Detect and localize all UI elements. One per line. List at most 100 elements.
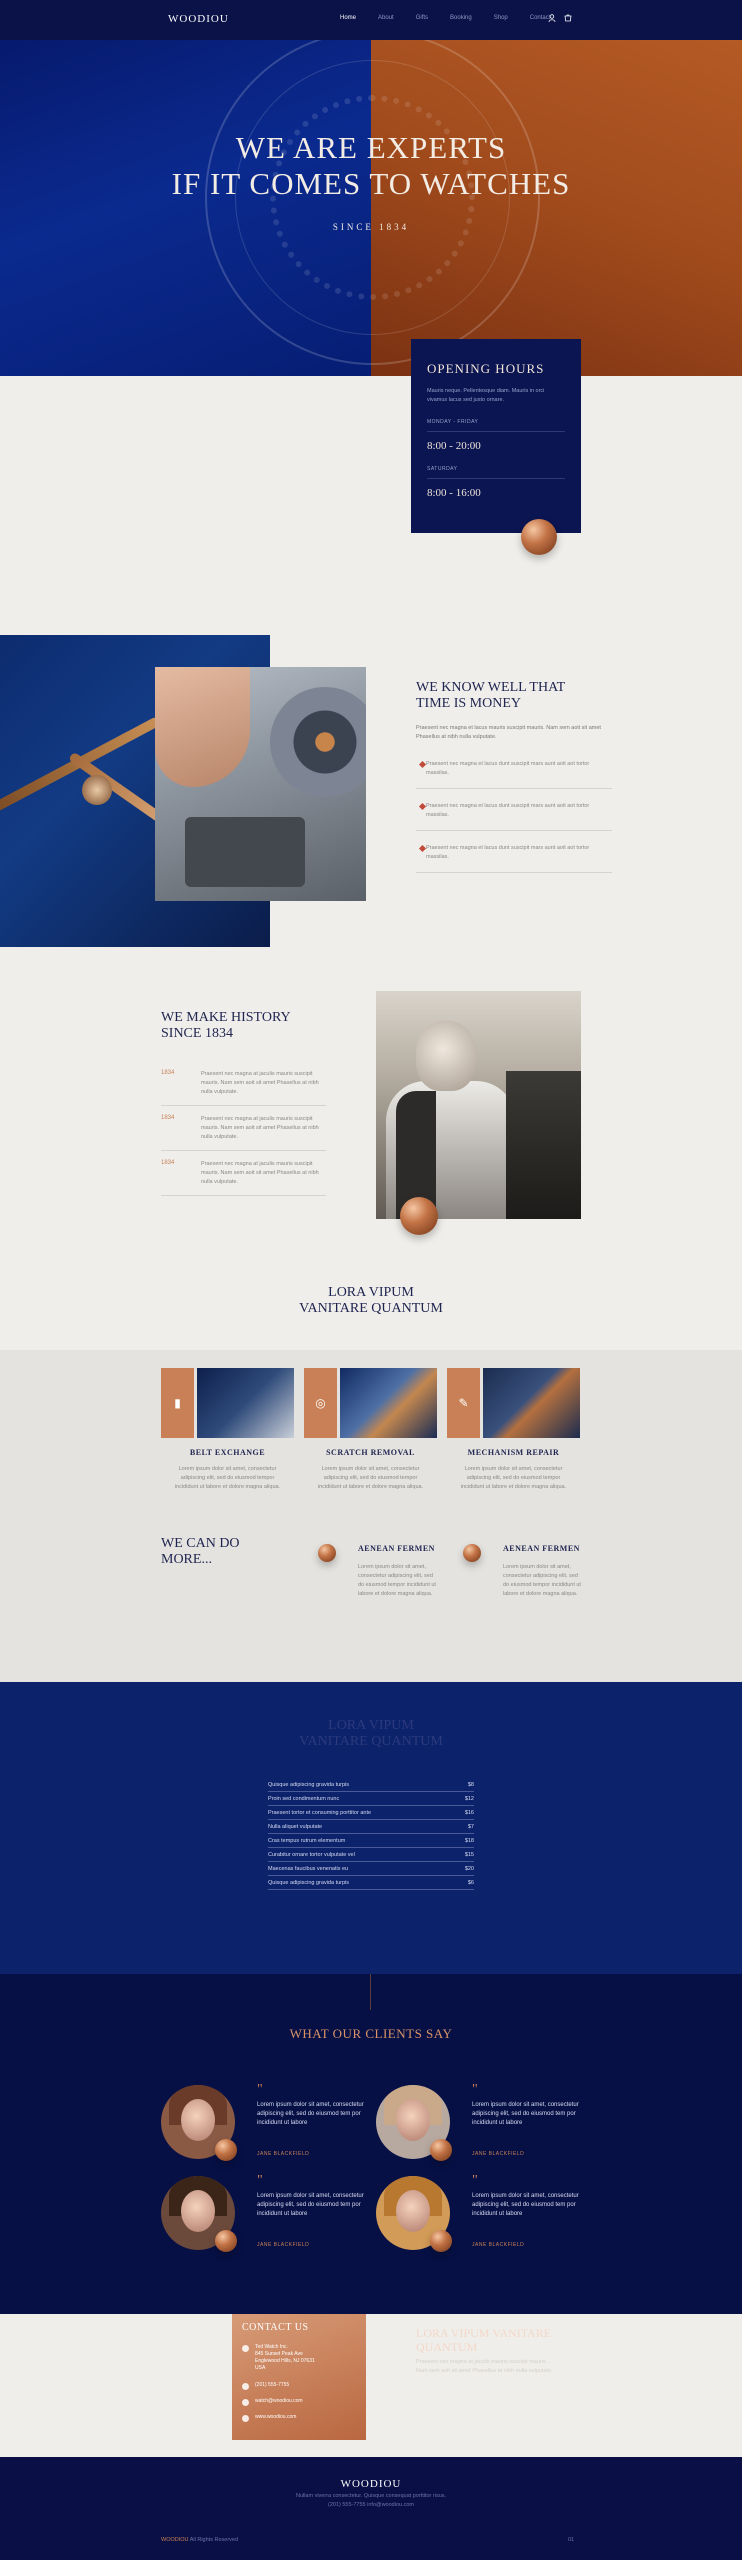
polishing-disc bbox=[270, 687, 366, 797]
avatar-face bbox=[396, 2099, 430, 2141]
price-table: Quisque adipiscing gravida turpis $8 Proi… bbox=[268, 1778, 474, 1890]
price-item: Curabitur ornare tortor vulputate vel bbox=[268, 1851, 355, 1858]
footer-logo[interactable]: WOODIOU bbox=[0, 2478, 742, 2490]
service-card[interactable]: ▮ BELT EXCHANGE Lorem ipsum dolor sit am… bbox=[161, 1368, 294, 1492]
nav-gifts[interactable]: Gifts bbox=[416, 15, 428, 21]
service-text: Lorem ipsum dolor sit amet, consectetur … bbox=[317, 1466, 424, 1490]
divider bbox=[427, 431, 565, 432]
contact-address: Ted Watch Inc. 845 Sunset Peak Ave Engle… bbox=[242, 2344, 315, 2372]
belt-photo bbox=[197, 1368, 294, 1438]
tool-base bbox=[185, 817, 305, 887]
contact-section bbox=[0, 2314, 742, 2457]
price-value: $15 bbox=[464, 1851, 474, 1858]
hero-title-line-1: WE ARE EXPERTS bbox=[235, 130, 507, 165]
location-icon bbox=[242, 2345, 249, 2352]
price-value: $16 bbox=[464, 1809, 474, 1816]
opening-hours-card: OPENING HOURS Mauris neque. Pellentesque… bbox=[411, 339, 581, 533]
price-row: Praesent tortor et consuming porttitor a… bbox=[268, 1806, 474, 1820]
old-watchmaker-photo bbox=[376, 991, 581, 1219]
history-year: 1834 bbox=[161, 1160, 175, 1166]
contact-web[interactable]: www.woodiou.com bbox=[242, 2414, 296, 2422]
contact-title: CONTACT US bbox=[242, 2322, 309, 2333]
copper-orb-badge bbox=[430, 2230, 452, 2252]
list-item: Praesent nec magna et lacus dunt suscipi… bbox=[416, 844, 612, 873]
feature-item: AENEAN FERMEN Lorem ipsum dolor sit amet… bbox=[463, 1544, 583, 1599]
price-item: Nulla aliquet vulputate bbox=[268, 1823, 323, 1830]
cart-icon[interactable] bbox=[564, 14, 572, 22]
service-card[interactable]: ◎ SCRATCH REMOVAL Lorem ipsum dolor sit … bbox=[304, 1368, 437, 1492]
client-name: JANE BLACKFIELD bbox=[472, 2242, 525, 2248]
quote-icon: " bbox=[472, 2082, 478, 2097]
site-logo[interactable]: WOODIOU bbox=[168, 13, 229, 25]
saturday-hours: 8:00 - 16:00 bbox=[427, 487, 481, 499]
list-item-text: Praesent nec magna et lacus dunt suscipi… bbox=[426, 761, 590, 776]
copper-orb-decoration bbox=[521, 519, 557, 555]
tools-icon: ✎ bbox=[447, 1368, 480, 1438]
price-value: $12 bbox=[464, 1795, 474, 1802]
nav-shop[interactable]: Shop bbox=[494, 15, 508, 21]
main-nav: Home About Gifts Booking Shop Contact bbox=[340, 15, 550, 21]
copper-orb-badge bbox=[215, 2230, 237, 2252]
price-item: Proin sed condimentum nunc bbox=[268, 1795, 340, 1802]
copper-orb-decoration bbox=[400, 1197, 438, 1235]
belt-icon: ▮ bbox=[161, 1368, 194, 1438]
price-title-line-1: LORA VIPUM bbox=[328, 1718, 414, 1733]
copper-orb-icon bbox=[463, 1544, 481, 1562]
nav-about[interactable]: About bbox=[378, 15, 394, 21]
section-title-history: WE MAKE HISTORY SINCE 1834 bbox=[161, 1010, 291, 1041]
feature-title: AENEAN FERMEN bbox=[358, 1544, 435, 1553]
machine bbox=[506, 1071, 581, 1219]
price-value: $20 bbox=[464, 1865, 474, 1872]
testimonials-section bbox=[0, 1974, 742, 2314]
service-text: Lorem ipsum dolor sit amet, consectetur … bbox=[460, 1466, 567, 1490]
phone-icon bbox=[242, 2383, 249, 2390]
service-image: ✎ bbox=[447, 1368, 580, 1438]
avatar-face bbox=[181, 2099, 215, 2141]
section-title-more: WE CAN DO MORE... bbox=[161, 1536, 240, 1567]
watch-icon: ◎ bbox=[304, 1368, 337, 1438]
list-item: Praesent nec magna et lacus dunt suscipi… bbox=[416, 760, 612, 789]
saturday-label: SATURDAY bbox=[427, 466, 458, 472]
service-image: ◎ bbox=[304, 1368, 437, 1438]
copyright-text: All Rights Reserved bbox=[188, 2537, 239, 2543]
service-card[interactable]: ✎ MECHANISM REPAIR Lorem ipsum dolor sit… bbox=[447, 1368, 580, 1492]
contact-email[interactable]: watch@woodiou.com bbox=[242, 2398, 303, 2406]
client-name: JANE BLACKFIELD bbox=[257, 2151, 310, 2157]
quote-icon: " bbox=[472, 2173, 478, 2188]
nav-home[interactable]: Home bbox=[340, 15, 356, 21]
email-text: watch@woodiou.com bbox=[255, 2398, 303, 2404]
price-row: Nulla aliquet vulputate $7 bbox=[268, 1820, 474, 1834]
copper-orb-icon bbox=[318, 1544, 336, 1562]
contact-phone[interactable]: (201) 555-7755 bbox=[242, 2382, 289, 2390]
testimonial-text: Lorem ipsum dolor sit amet, consectetur … bbox=[472, 2193, 579, 2217]
price-row: Quisque adipiscing gravida turpis $8 bbox=[268, 1778, 474, 1792]
nav-booking[interactable]: Booking bbox=[450, 15, 472, 21]
hero-since: SINCE 1834 bbox=[332, 222, 410, 232]
price-value: $7 bbox=[467, 1823, 474, 1830]
price-row: Cras tempus rutrum elementum $18 bbox=[268, 1834, 474, 1848]
history-text: Praesent nec magna at jaculis mauris sus… bbox=[201, 1161, 319, 1185]
service-text: Lorem ipsum dolor sit amet, consectetur … bbox=[174, 1466, 281, 1490]
copyright-brand: WOODIOU bbox=[161, 2537, 189, 2543]
history-row: 1834 Praesent nec magna at jaculis mauris… bbox=[161, 1160, 326, 1196]
quote-icon: " bbox=[257, 2173, 263, 2188]
hand-shape bbox=[155, 667, 250, 787]
client-name: JANE BLACKFIELD bbox=[257, 2242, 310, 2248]
testimonials-title: WHAT OUR CLIENTS SAY bbox=[289, 2026, 453, 2041]
contact-side-title: LORA VIPUM VANITARE QUANTUM bbox=[416, 2326, 552, 2354]
list-item: Praesent nec magna et lacus dunt suscipi… bbox=[416, 802, 612, 831]
figure-head bbox=[416, 1021, 476, 1091]
watch-hub bbox=[82, 775, 112, 805]
price-value: $8 bbox=[467, 1781, 474, 1788]
watch-photo bbox=[340, 1368, 437, 1438]
feature-text: Lorem ipsum dolor sit amet, consectetur … bbox=[358, 1564, 436, 1597]
history-text: Praesent nec magna at jaculis mauris sus… bbox=[201, 1116, 319, 1140]
service-title: SCRATCH REMOVAL bbox=[326, 1448, 415, 1457]
history-year: 1834 bbox=[161, 1070, 175, 1076]
user-icon[interactable] bbox=[548, 14, 556, 22]
price-item: Praesent tortor et consuming porttitor a… bbox=[268, 1809, 372, 1816]
service-image: ▮ bbox=[161, 1368, 294, 1438]
price-item: Cras tempus rutrum elementum bbox=[268, 1837, 346, 1844]
hero-banner: WE ARE EXPERTS IF IT COMES TO WATCHES SI… bbox=[0, 40, 742, 376]
address-text: Ted Watch Inc. 845 Sunset Peak Ave Engle… bbox=[255, 2344, 315, 2371]
